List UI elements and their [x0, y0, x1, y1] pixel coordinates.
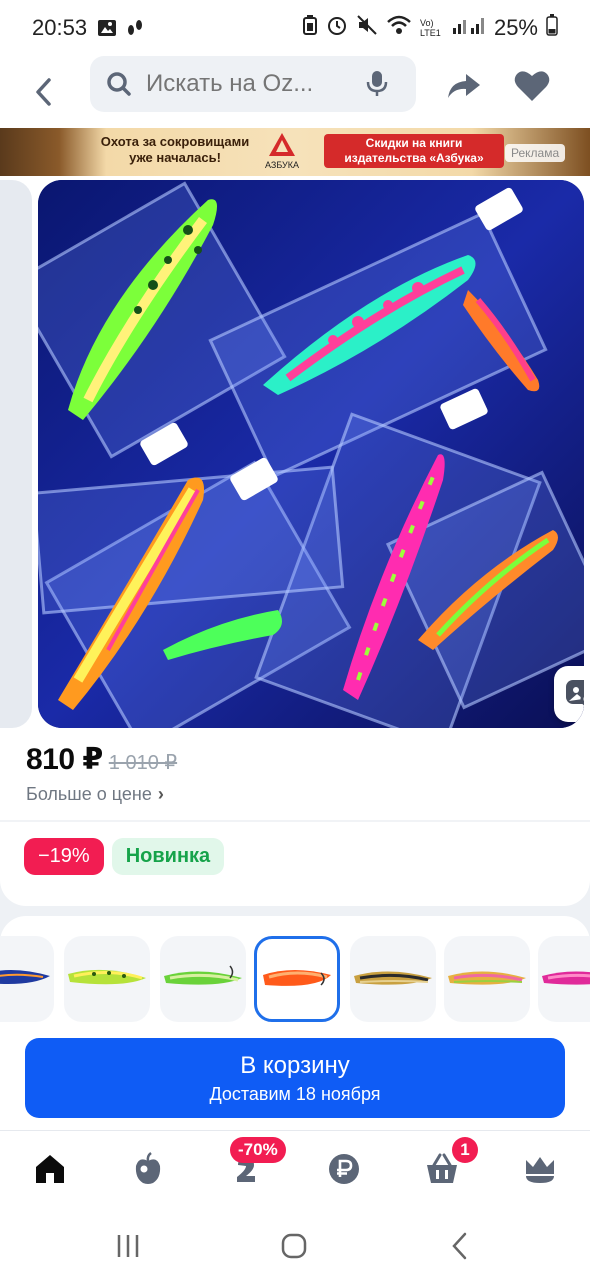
bottom-navigation: -70% 1 [0, 1130, 590, 1206]
wifi-icon [386, 14, 412, 42]
recent-apps-button[interactable] [108, 1228, 148, 1264]
home-icon [36, 1155, 64, 1183]
ad-label: Реклама [505, 144, 566, 162]
discount-badge: −19% [24, 838, 104, 875]
microphone-icon[interactable] [366, 70, 388, 103]
product-screen: 20:53 Vo) LTE1 25% Искать на Oz... Охота… [0, 0, 590, 1280]
search-input[interactable] [146, 70, 356, 98]
product-image-lures [38, 180, 584, 728]
previous-photo-peek[interactable] [0, 180, 32, 728]
share-button[interactable] [444, 66, 484, 106]
back-button[interactable] [24, 68, 64, 116]
arrow-left-icon [36, 78, 51, 106]
signal-icon [452, 14, 486, 42]
ad-banner[interactable]: Охота за сокровищами уже началась! АЗБУК… [0, 128, 590, 176]
current-price: 810 ₽ [26, 743, 103, 776]
azbuka-logo-icon [269, 133, 295, 156]
network-label: Vo) LTE1 [419, 18, 441, 38]
recent-apps-icon [117, 1235, 139, 1257]
variant-thumbnail[interactable] [160, 936, 246, 1022]
variant-thumbnail[interactable] [350, 936, 436, 1022]
variant-thumbnails [0, 936, 590, 1022]
ad-banner-left-text: Охота за сокровищами уже началась! [100, 134, 250, 165]
nav-finance[interactable] [324, 1149, 364, 1189]
variants-panel: В корзину Доставим 18 ноября [0, 916, 590, 1130]
price-row: 810 ₽ 1 010 ₽ [26, 742, 177, 777]
chevron-left-icon [452, 1232, 467, 1260]
crown-profile-icon [526, 1157, 554, 1183]
nav-fresh[interactable] [128, 1149, 168, 1189]
mute-icon [356, 14, 378, 42]
chevron-right-icon: › [157, 784, 164, 804]
add-to-cart-button[interactable]: В корзину Доставим 18 ноября [25, 1038, 565, 1118]
back-system-button[interactable] [440, 1228, 480, 1264]
battery-saver-icon [302, 14, 318, 42]
promo-badge: -70% [230, 1137, 286, 1163]
variant-thumbnail-selected[interactable] [254, 936, 340, 1022]
divider [0, 820, 590, 822]
price-details-label: Больше о цене [26, 784, 152, 804]
variant-thumbnail[interactable] [444, 936, 530, 1022]
visual-search-button[interactable] [554, 666, 584, 722]
cart-count-badge: 1 [452, 1137, 478, 1163]
search-bar[interactable] [90, 56, 416, 112]
status-right: Vo) LTE1 25% [302, 14, 558, 42]
ad-brand-logo: АЗБУКА [260, 132, 304, 170]
favorite-button[interactable] [512, 66, 552, 106]
status-time: 20:53 [32, 15, 88, 40]
price-details-link[interactable]: Больше о цене › [26, 784, 164, 805]
system-navigation-bar [0, 1206, 590, 1280]
product-photo[interactable] [38, 180, 584, 728]
delivery-date-label: Доставим 18 ноября [209, 1084, 381, 1104]
apple-icon [135, 1152, 161, 1184]
ruble-icon [329, 1154, 359, 1184]
steps-icon [125, 18, 145, 38]
alarm-icon [326, 14, 348, 42]
variant-thumbnail[interactable] [538, 936, 590, 1022]
variant-thumbnail[interactable] [64, 936, 150, 1022]
ad-banner-cta[interactable]: Скидки на книги издательства «Азбука» [324, 134, 504, 168]
nav-profile[interactable] [520, 1149, 560, 1189]
image-search-icon [566, 680, 584, 706]
new-badge: Новинка [111, 838, 225, 875]
nav-home[interactable] [30, 1149, 70, 1189]
top-app-bar [0, 56, 590, 128]
status-bar: 20:53 Vo) LTE1 25% [0, 0, 590, 56]
gallery-notification-icon [97, 18, 117, 38]
product-badges: −19% Новинка [24, 838, 225, 875]
home-system-button[interactable] [274, 1228, 314, 1264]
add-to-cart-label: В корзину [240, 1052, 350, 1079]
product-card: 810 ₽ 1 010 ₽ Больше о цене › −19% Новин… [0, 176, 590, 906]
search-icon [107, 72, 131, 96]
battery-percent: 25% [493, 15, 538, 40]
ad-brand-name: АЗБУКА [264, 160, 299, 170]
heart-icon [514, 71, 550, 101]
battery-icon [546, 14, 558, 42]
old-price: 1 010 ₽ [108, 752, 178, 774]
home-circle-icon [281, 1233, 307, 1259]
share-arrow-icon [448, 74, 480, 98]
variant-thumbnail[interactable] [0, 936, 54, 1022]
